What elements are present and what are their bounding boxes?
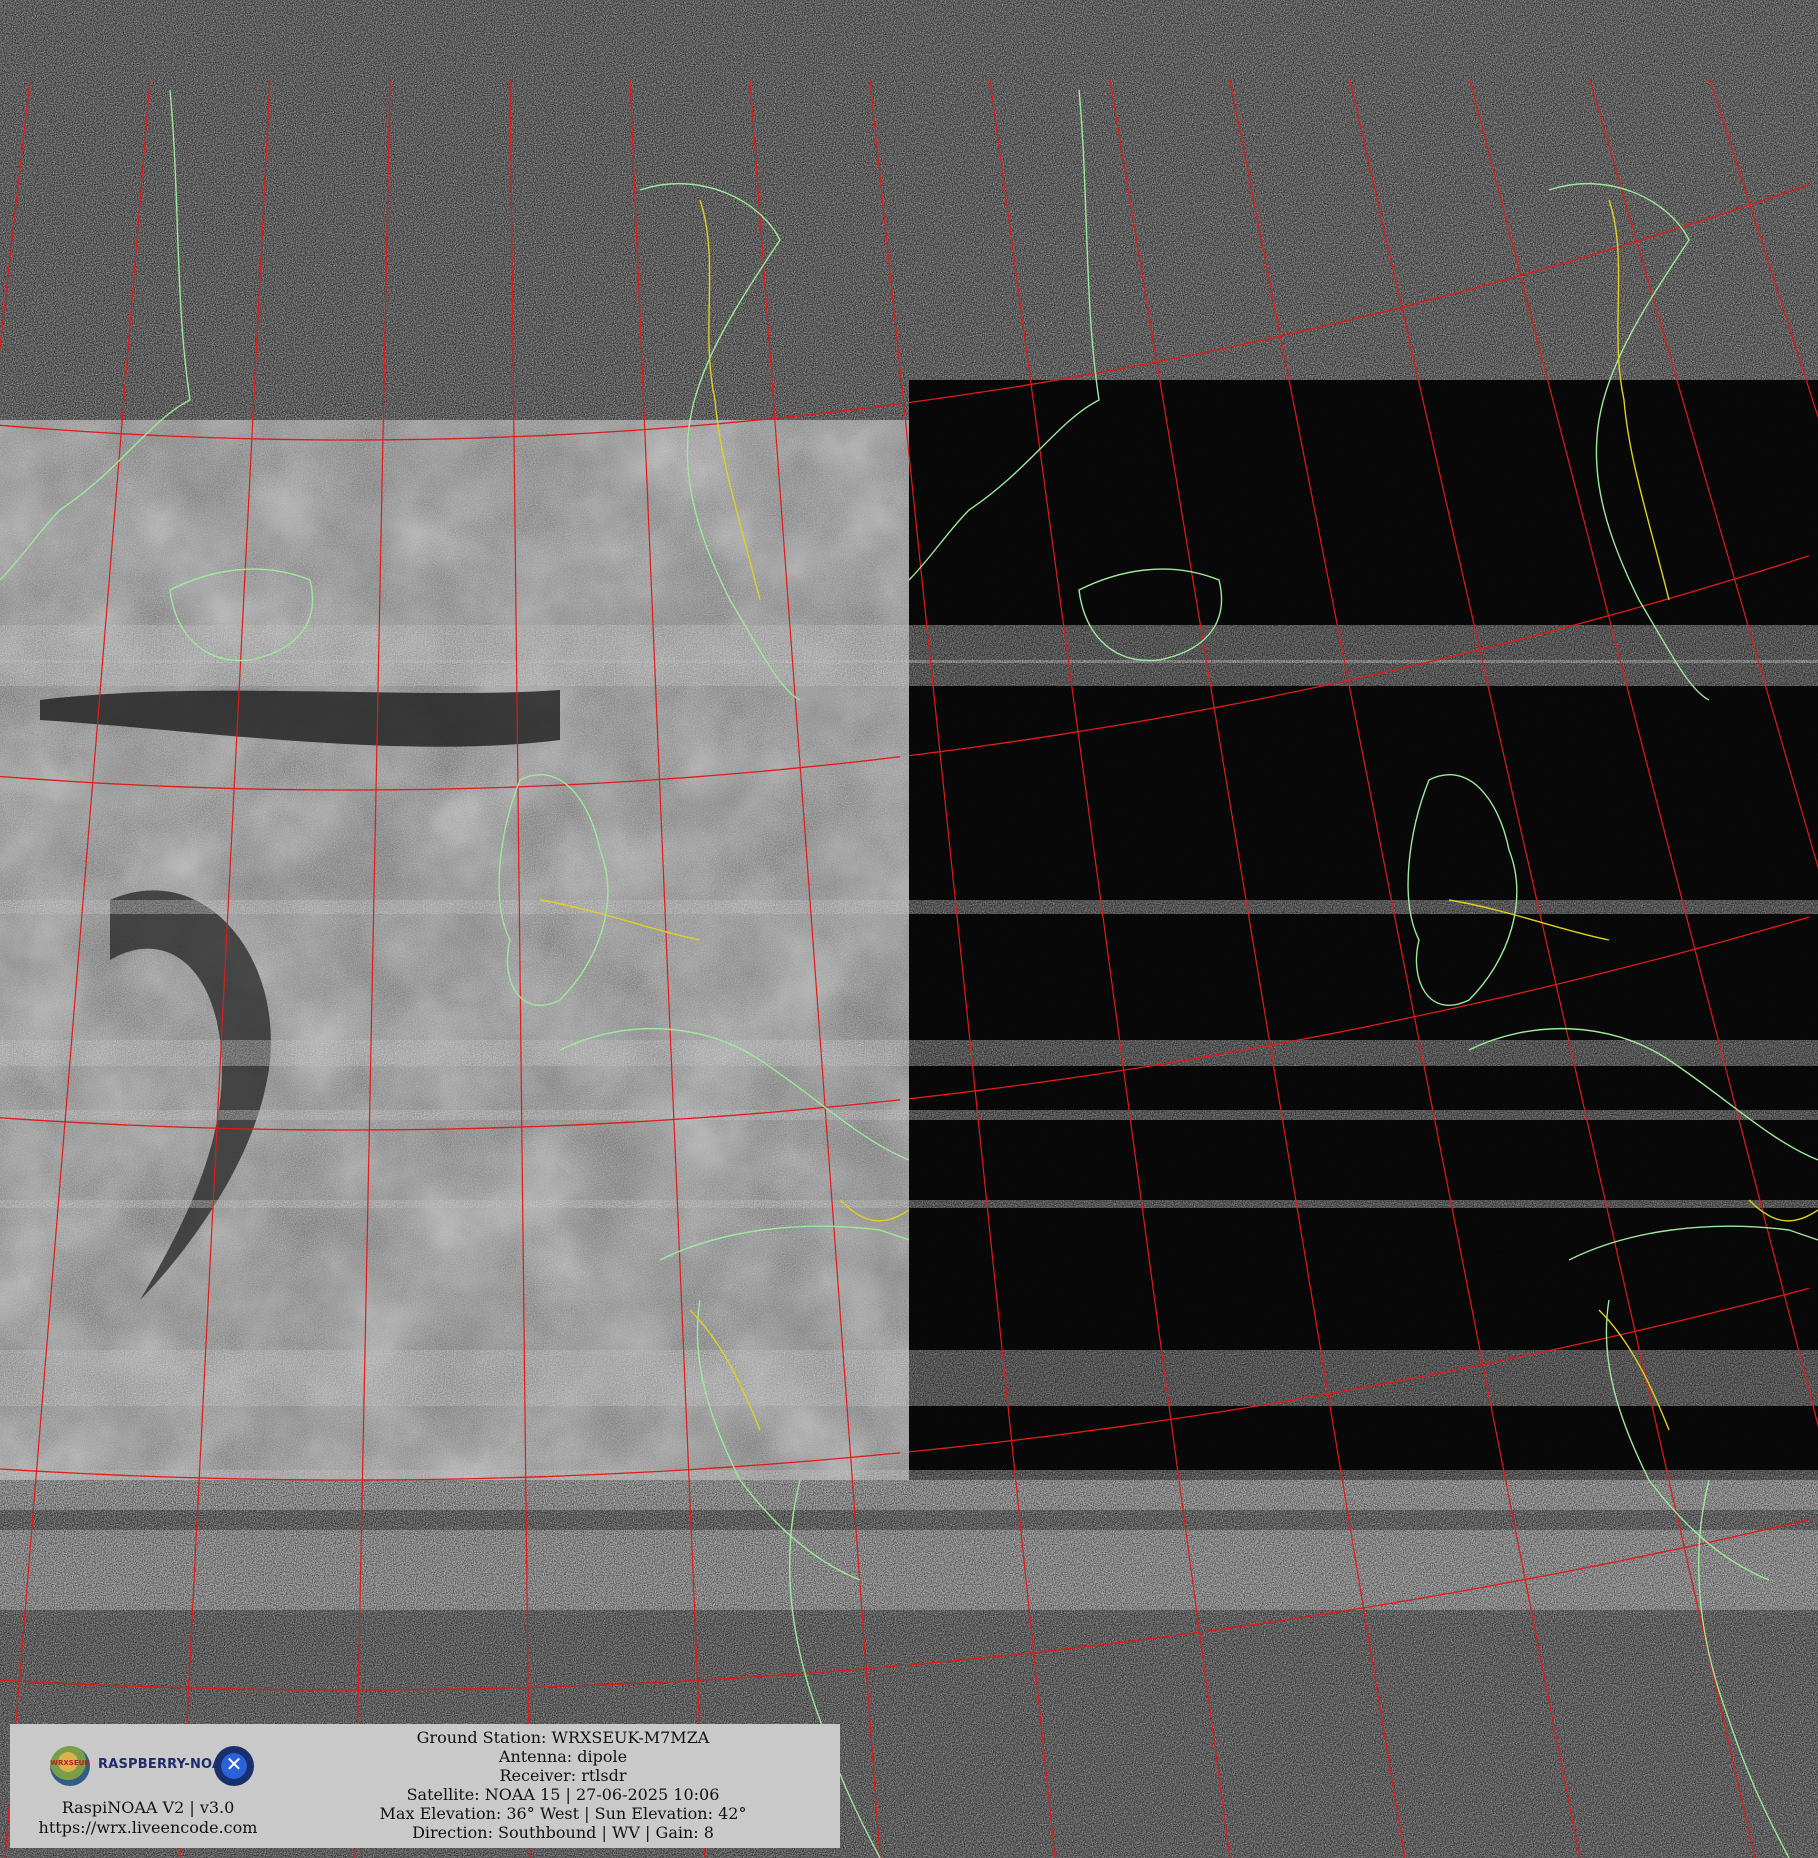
satellite-image: WRXSEUK RASPBERRY-NOAA ✕ RaspiNOAA V2 | … [0, 0, 1818, 1858]
static-band [0, 1040, 909, 1066]
static-band [0, 625, 909, 663]
static-band [0, 1200, 909, 1208]
static-band [909, 1110, 1818, 1120]
static-band [909, 900, 1818, 914]
visible-channel-panel [0, 0, 909, 1858]
static-band [909, 1040, 1818, 1066]
software-version: RaspiNOAA V2 | v3.0 [61, 1798, 235, 1817]
static-band [909, 625, 1818, 663]
dark-channel-area [909, 380, 1818, 1480]
static-band [909, 1350, 1818, 1406]
visible-channel-svg [0, 0, 909, 1858]
static-band [0, 1530, 909, 1610]
logo-group: WRXSEUK RASPBERRY-NOAA ✕ [28, 1742, 258, 1792]
badge-logo-glyph: ✕ [225, 1752, 243, 1776]
receiver-line: Receiver: rtlsdr [499, 1766, 627, 1785]
infrared-channel-svg [909, 0, 1818, 1858]
antenna-line: Antenna: dipole [498, 1747, 628, 1766]
infrared-channel-panel [909, 0, 1818, 1858]
direction-line: Direction: Southbound | WV | Gain: 8 [412, 1823, 714, 1842]
elevation-line: Max Elevation: 36° West | Sun Elevation:… [379, 1804, 747, 1823]
ground-station-line: Ground Station: WRXSEUK-M7MZA [416, 1728, 710, 1747]
website-url: https://wrx.liveencode.com [38, 1818, 258, 1837]
pass-details: Ground Station: WRXSEUK-M7MZA Antenna: d… [286, 1728, 840, 1842]
static-band [0, 1350, 909, 1406]
static-band [909, 1470, 1818, 1510]
station-info-box: WRXSEUK RASPBERRY-NOAA ✕ RaspiNOAA V2 | … [10, 1724, 840, 1848]
static-band [0, 900, 909, 914]
station-logo-text: WRXSEUK [50, 1759, 90, 1767]
static-band [909, 1530, 1818, 1610]
static-band [909, 1200, 1818, 1208]
satellite-line: Satellite: NOAA 15 | 27-06-2025 10:06 [406, 1785, 720, 1804]
static-band [909, 660, 1818, 686]
static-band [0, 660, 909, 686]
brand-logo-text: RASPBERRY-NOAA [98, 1757, 233, 1772]
